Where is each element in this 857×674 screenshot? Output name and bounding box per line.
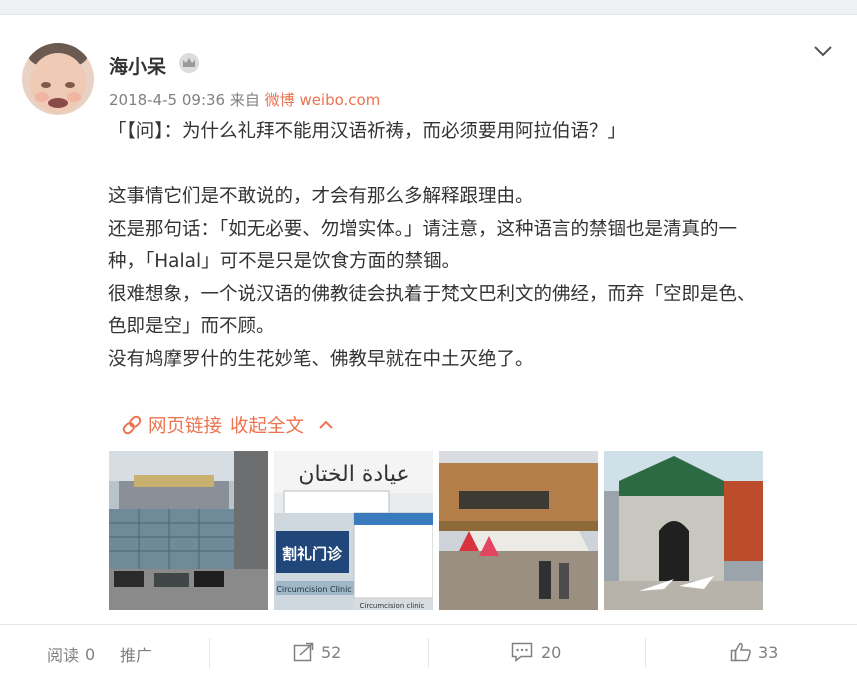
web-link[interactable]: 网页链接 [148,412,222,438]
like-icon[interactable] [730,642,752,662]
post-image-3[interactable] [439,451,598,610]
like-count[interactable]: 33 [758,643,778,662]
forward-button[interactable]: 52 [293,642,341,662]
clinic-en-sign: Circumcision Clinic [276,585,351,594]
collapse-text-button[interactable]: 收起全文 [230,412,304,438]
crown-badge-icon[interactable] [177,52,201,74]
forward-count[interactable]: 52 [321,643,341,662]
post-links: 网页链接 收起全文 [121,412,336,438]
action-separator [428,638,429,668]
arabic-sign: عيادة الختان [298,462,409,487]
read-label: 阅读 [47,646,80,665]
post-line-blank [108,149,828,182]
link-icon[interactable] [121,414,143,436]
post-meta: 2018-4-5 09:36 来自 微博 weibo.com [109,89,380,110]
source-link[interactable]: 微博 weibo.com [265,91,381,109]
post-line: 没有鸠摩罗什的生花妙笔、佛教早就在中土灭绝了。 [108,348,534,370]
post-image-1[interactable] [109,451,268,610]
avatar[interactable] [22,43,94,115]
comment-icon[interactable] [511,642,533,663]
post-image-2[interactable]: عيادة الختان 割礼门诊 Circumcision Clinic Ci… [274,451,433,610]
read-count-value: 0 [85,644,96,664]
like-button[interactable]: 33 [730,642,778,662]
post-line: 还是那句话：「如无必要、勿增实体。」请注意，这种语言的禁锢也是清真的一 [108,218,738,240]
action-bar-divider [0,624,857,625]
action-separator [209,638,210,668]
post-line: 种，「Halal」可不是只是饮食方面的禁锢。 [108,251,461,272]
chevron-down-icon[interactable] [811,42,835,60]
promote-label[interactable]: 推广 [120,642,152,666]
chevron-up-icon[interactable] [316,417,336,433]
sign-chinese: 割礼门诊 [282,545,343,563]
post-line: 色即是空」而不顾。 [108,316,275,337]
post-body: 「【问】：为什么礼拜不能用汉语祈祷，而必须要用阿拉伯语？」 这事情它们是不敢说的… [108,116,828,376]
action-separator [645,638,646,668]
top-strip [0,0,857,15]
forward-icon[interactable] [293,642,315,662]
clinic-en-caption: Circumcision clinic [360,602,425,610]
promote-button[interactable]: 推广 [120,642,152,666]
from-prefix: 来自 [229,91,260,109]
post-image-4[interactable] [604,451,763,610]
comment-button[interactable]: 20 [511,642,561,663]
timestamp[interactable]: 2018-4-5 09:36 [109,91,225,109]
post-line: 「【问】：为什么礼拜不能用汉语祈祷，而必须要用阿拉伯语？」 [108,121,627,142]
post-line: 这事情它们是不敢说的，才会有那么多解释跟理由。 [108,186,534,207]
comment-count[interactable]: 20 [541,643,561,662]
read-count: 阅读 0 [47,642,95,666]
username[interactable]: 海小呆 [109,52,166,79]
post-line: 很难想象，一个说汉语的佛教徒会执着于梵文巴利文的佛经，而弃「空即是色、 [108,283,756,305]
